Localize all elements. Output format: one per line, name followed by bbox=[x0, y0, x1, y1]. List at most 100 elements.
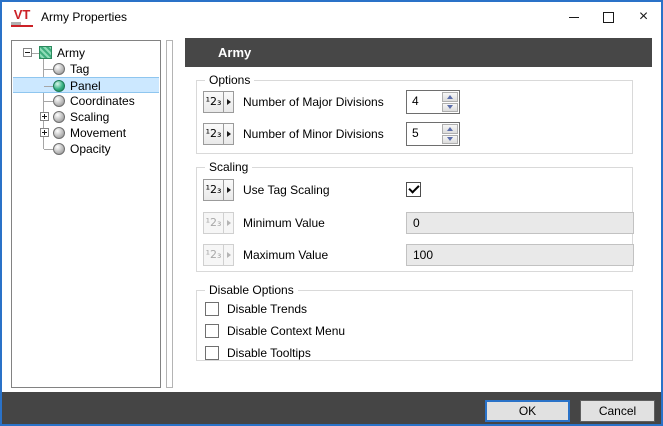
tree-item-label: Opacity bbox=[70, 142, 111, 156]
close-icon: × bbox=[638, 8, 649, 25]
maximum-value-field: 100 bbox=[406, 244, 634, 266]
numeric-source-button[interactable]: ¹2₃ bbox=[203, 179, 234, 201]
disable-trends-checkbox[interactable] bbox=[205, 302, 219, 316]
tree-item-label: Tag bbox=[70, 62, 90, 76]
field-label: Use Tag Scaling bbox=[243, 183, 330, 197]
tree-connector bbox=[44, 86, 53, 87]
spin-up-button[interactable] bbox=[442, 124, 458, 134]
numeric-source-button-disabled: ¹2₃ bbox=[203, 244, 234, 266]
maximize-button[interactable] bbox=[591, 2, 626, 32]
checkbox-label: Disable Trends bbox=[227, 302, 308, 316]
spin-up-button[interactable] bbox=[442, 92, 458, 102]
field-label: Maximum Value bbox=[243, 248, 329, 262]
numeric-format-icon: ¹2₃ bbox=[205, 127, 222, 140]
dropdown-arrow-icon bbox=[223, 213, 233, 233]
disable-tooltips-checkbox[interactable] bbox=[205, 346, 219, 360]
properties-tree: Army Tag Panel Coordinates Scaling Movem… bbox=[11, 40, 161, 388]
tree-item-coordinates[interactable]: Coordinates bbox=[13, 93, 159, 109]
checkmark-icon bbox=[408, 182, 420, 194]
tree-item-label: Movement bbox=[70, 126, 127, 140]
up-arrow-icon bbox=[447, 126, 453, 131]
minimize-icon bbox=[568, 16, 579, 18]
numeric-format-icon: ¹2₃ bbox=[205, 216, 222, 229]
minimize-button[interactable] bbox=[556, 2, 591, 32]
numeric-source-button-disabled: ¹2₃ bbox=[203, 212, 234, 234]
minimum-value-row: ¹2₃ Minimum Value 0 bbox=[197, 212, 634, 236]
tree-item-label: Coordinates bbox=[70, 94, 135, 108]
vt-logo-icon: VT bbox=[11, 8, 33, 27]
close-button[interactable]: × bbox=[626, 2, 661, 32]
up-arrow-icon bbox=[447, 94, 453, 99]
tree-item-scaling[interactable]: Scaling bbox=[13, 109, 159, 125]
group-title: Disable Options bbox=[205, 283, 298, 297]
spinner-buttons bbox=[441, 123, 459, 145]
tree-item-label: Scaling bbox=[70, 110, 110, 124]
tree-connector bbox=[44, 69, 53, 70]
numeric-format-icon: ¹2₃ bbox=[205, 183, 222, 196]
dropdown-arrow-icon bbox=[223, 245, 233, 265]
major-divisions-spinner[interactable]: 4 bbox=[406, 90, 460, 114]
tree-item-tag[interactable]: Tag bbox=[13, 61, 159, 77]
army-properties-dialog: VT Army Properties × Army Tag Panel Coor… bbox=[0, 0, 663, 426]
disable-tooltips-row: Disable Tooltips bbox=[197, 343, 632, 367]
disable-context-menu-row: Disable Context Menu bbox=[197, 321, 632, 345]
cancel-button[interactable]: Cancel bbox=[580, 400, 655, 422]
field-label: Number of Minor Divisions bbox=[243, 127, 384, 141]
minimum-value-field: 0 bbox=[406, 212, 634, 234]
sphere-icon bbox=[53, 127, 65, 139]
expand-icon[interactable] bbox=[40, 128, 49, 137]
expand-icon[interactable] bbox=[40, 112, 49, 121]
use-tag-scaling-checkbox[interactable] bbox=[406, 182, 421, 197]
sphere-icon bbox=[53, 63, 65, 75]
field-label: Minimum Value bbox=[243, 216, 325, 230]
window-title: Army Properties bbox=[41, 10, 128, 24]
numeric-format-icon: ¹2₃ bbox=[205, 248, 222, 261]
maximum-value-row: ¹2₃ Maximum Value 100 bbox=[197, 244, 634, 268]
tree-connector bbox=[44, 101, 53, 102]
spin-down-button[interactable] bbox=[442, 102, 458, 112]
field-label: Number of Major Divisions bbox=[243, 95, 384, 109]
tree-item-label: Army bbox=[57, 46, 85, 60]
tree-connector bbox=[44, 149, 53, 150]
disable-context-menu-checkbox[interactable] bbox=[205, 324, 219, 338]
numeric-source-button[interactable]: ¹2₃ bbox=[203, 123, 234, 145]
sphere-icon bbox=[53, 143, 65, 155]
ok-button[interactable]: OK bbox=[485, 400, 570, 422]
tree-item-movement[interactable]: Movement bbox=[13, 125, 159, 141]
button-bar: OK Cancel bbox=[2, 392, 661, 424]
tree-item-panel-selected[interactable]: Panel bbox=[13, 77, 159, 93]
spinner-value[interactable]: 4 bbox=[407, 91, 441, 113]
dropdown-arrow-icon bbox=[223, 124, 233, 144]
disable-options-group: Disable Options Disable Trends Disable C… bbox=[196, 283, 633, 361]
options-group: Options ¹2₃ Number of Major Divisions 4 … bbox=[196, 73, 633, 154]
down-arrow-icon bbox=[447, 137, 453, 142]
spin-down-button[interactable] bbox=[442, 134, 458, 144]
titlebar: VT Army Properties × bbox=[2, 2, 661, 32]
minor-divisions-row: ¹2₃ Number of Minor Divisions 5 bbox=[197, 122, 632, 147]
page-title: Army bbox=[185, 38, 652, 67]
down-arrow-icon bbox=[447, 105, 453, 110]
spinner-value[interactable]: 5 bbox=[407, 123, 441, 145]
checkbox-label: Disable Context Menu bbox=[227, 324, 346, 338]
collapse-icon[interactable] bbox=[23, 48, 32, 57]
scaling-group: Scaling ¹2₃ Use Tag Scaling ¹2₃ Minimum … bbox=[196, 160, 634, 272]
sphere-icon bbox=[53, 80, 65, 92]
panel-icon bbox=[39, 46, 52, 59]
numeric-format-icon: ¹2₃ bbox=[205, 95, 222, 108]
numeric-source-button[interactable]: ¹2₃ bbox=[203, 91, 234, 113]
use-tag-scaling-row: ¹2₃ Use Tag Scaling bbox=[197, 179, 632, 203]
group-title: Options bbox=[205, 73, 255, 87]
dropdown-arrow-icon bbox=[223, 180, 233, 200]
tree-item-army[interactable]: Army bbox=[13, 45, 159, 61]
tree-item-opacity[interactable]: Opacity bbox=[13, 141, 159, 157]
window-controls: × bbox=[556, 2, 661, 32]
sphere-icon bbox=[53, 111, 65, 123]
tree-connector bbox=[32, 53, 39, 54]
maximize-icon bbox=[603, 11, 614, 23]
tree-item-label: Panel bbox=[70, 79, 101, 93]
group-title: Scaling bbox=[205, 160, 253, 174]
tree-scrollbar[interactable] bbox=[166, 40, 173, 388]
minor-divisions-spinner[interactable]: 5 bbox=[406, 122, 460, 146]
major-divisions-row: ¹2₃ Number of Major Divisions 4 bbox=[197, 90, 632, 115]
spinner-buttons bbox=[441, 91, 459, 113]
